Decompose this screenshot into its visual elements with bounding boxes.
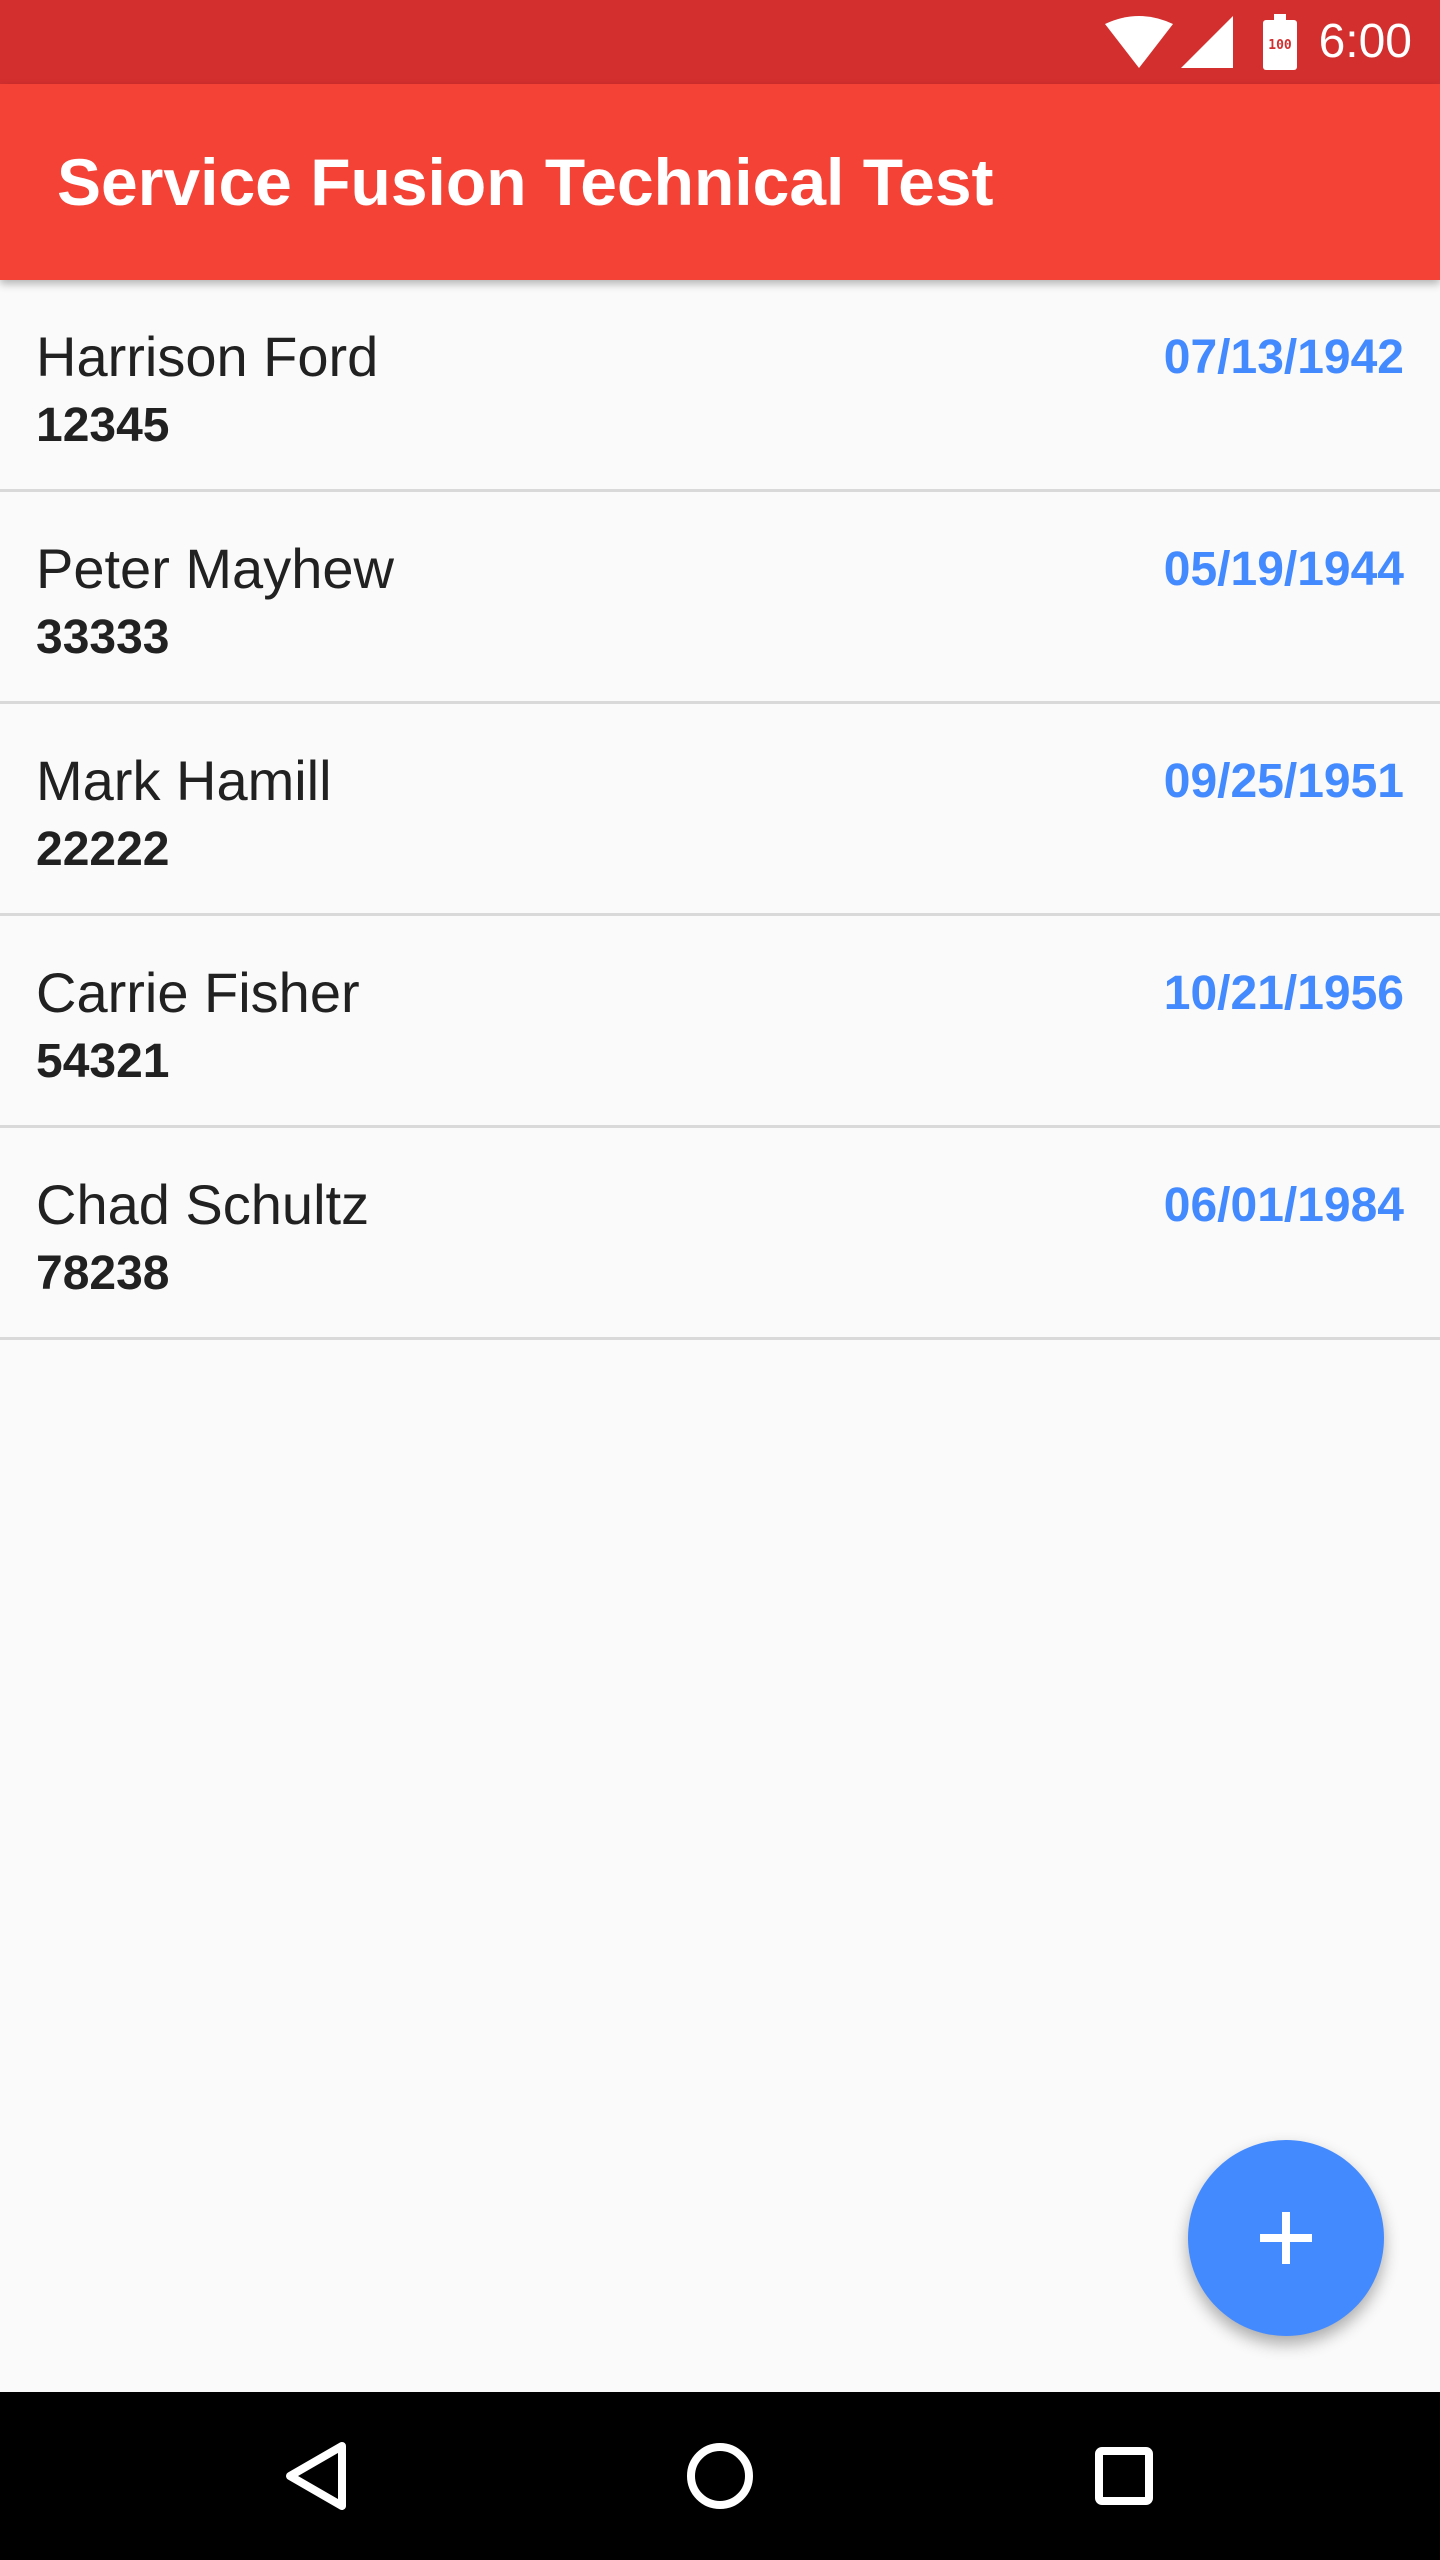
- person-date: 07/13/1942: [1163, 331, 1404, 384]
- list-item[interactable]: Harrison Ford 12345 07/13/1942: [0, 280, 1440, 492]
- person-id: 33333: [36, 611, 170, 664]
- list-item[interactable]: Chad Schultz 78238 06/01/1984: [0, 1128, 1440, 1340]
- person-list: Harrison Ford 12345 07/13/1942 Peter May…: [0, 280, 1440, 1340]
- signal-icon: [1180, 16, 1233, 68]
- recents-button[interactable]: [1080, 2432, 1168, 2520]
- wifi-icon: [1104, 16, 1173, 68]
- person-name: Harrison Ford: [36, 325, 379, 388]
- person-date: 09/25/1951: [1163, 755, 1404, 808]
- back-button[interactable]: [272, 2432, 360, 2520]
- person-id: 22222: [36, 823, 170, 876]
- person-date: 05/19/1944: [1163, 543, 1404, 596]
- recents-icon: [1095, 2447, 1153, 2505]
- person-id: 12345: [36, 399, 170, 452]
- person-name: Mark Hamill: [36, 749, 332, 812]
- status-icons: 100 6:00: [1104, 0, 1412, 84]
- app-title: Service Fusion Technical Test: [57, 145, 994, 219]
- add-button[interactable]: [1188, 2140, 1384, 2336]
- back-icon: [286, 2442, 346, 2510]
- person-id: 54321: [36, 1035, 170, 1088]
- app-bar: Service Fusion Technical Test: [0, 84, 1440, 280]
- person-name: Chad Schultz: [36, 1173, 370, 1236]
- list-item[interactable]: Carrie Fisher 54321 10/21/1956: [0, 916, 1440, 1128]
- home-button[interactable]: [676, 2432, 764, 2520]
- person-date: 10/21/1956: [1163, 967, 1404, 1020]
- list-item[interactable]: Mark Hamill 22222 09/25/1951: [0, 704, 1440, 916]
- battery-level: 100: [1268, 38, 1292, 53]
- person-date: 06/01/1984: [1163, 1179, 1404, 1232]
- plus-icon: [1260, 2212, 1312, 2264]
- person-id: 78238: [36, 1247, 170, 1300]
- navigation-bar: [0, 2392, 1440, 2560]
- person-name: Carrie Fisher: [36, 961, 360, 1024]
- status-bar: 100 6:00: [0, 0, 1440, 84]
- status-clock: 6:00: [1318, 15, 1412, 68]
- home-icon: [687, 2443, 753, 2509]
- list-item[interactable]: Peter Mayhew 33333 05/19/1944: [0, 492, 1440, 704]
- person-name: Peter Mayhew: [36, 537, 394, 600]
- battery-icon: 100: [1262, 14, 1297, 70]
